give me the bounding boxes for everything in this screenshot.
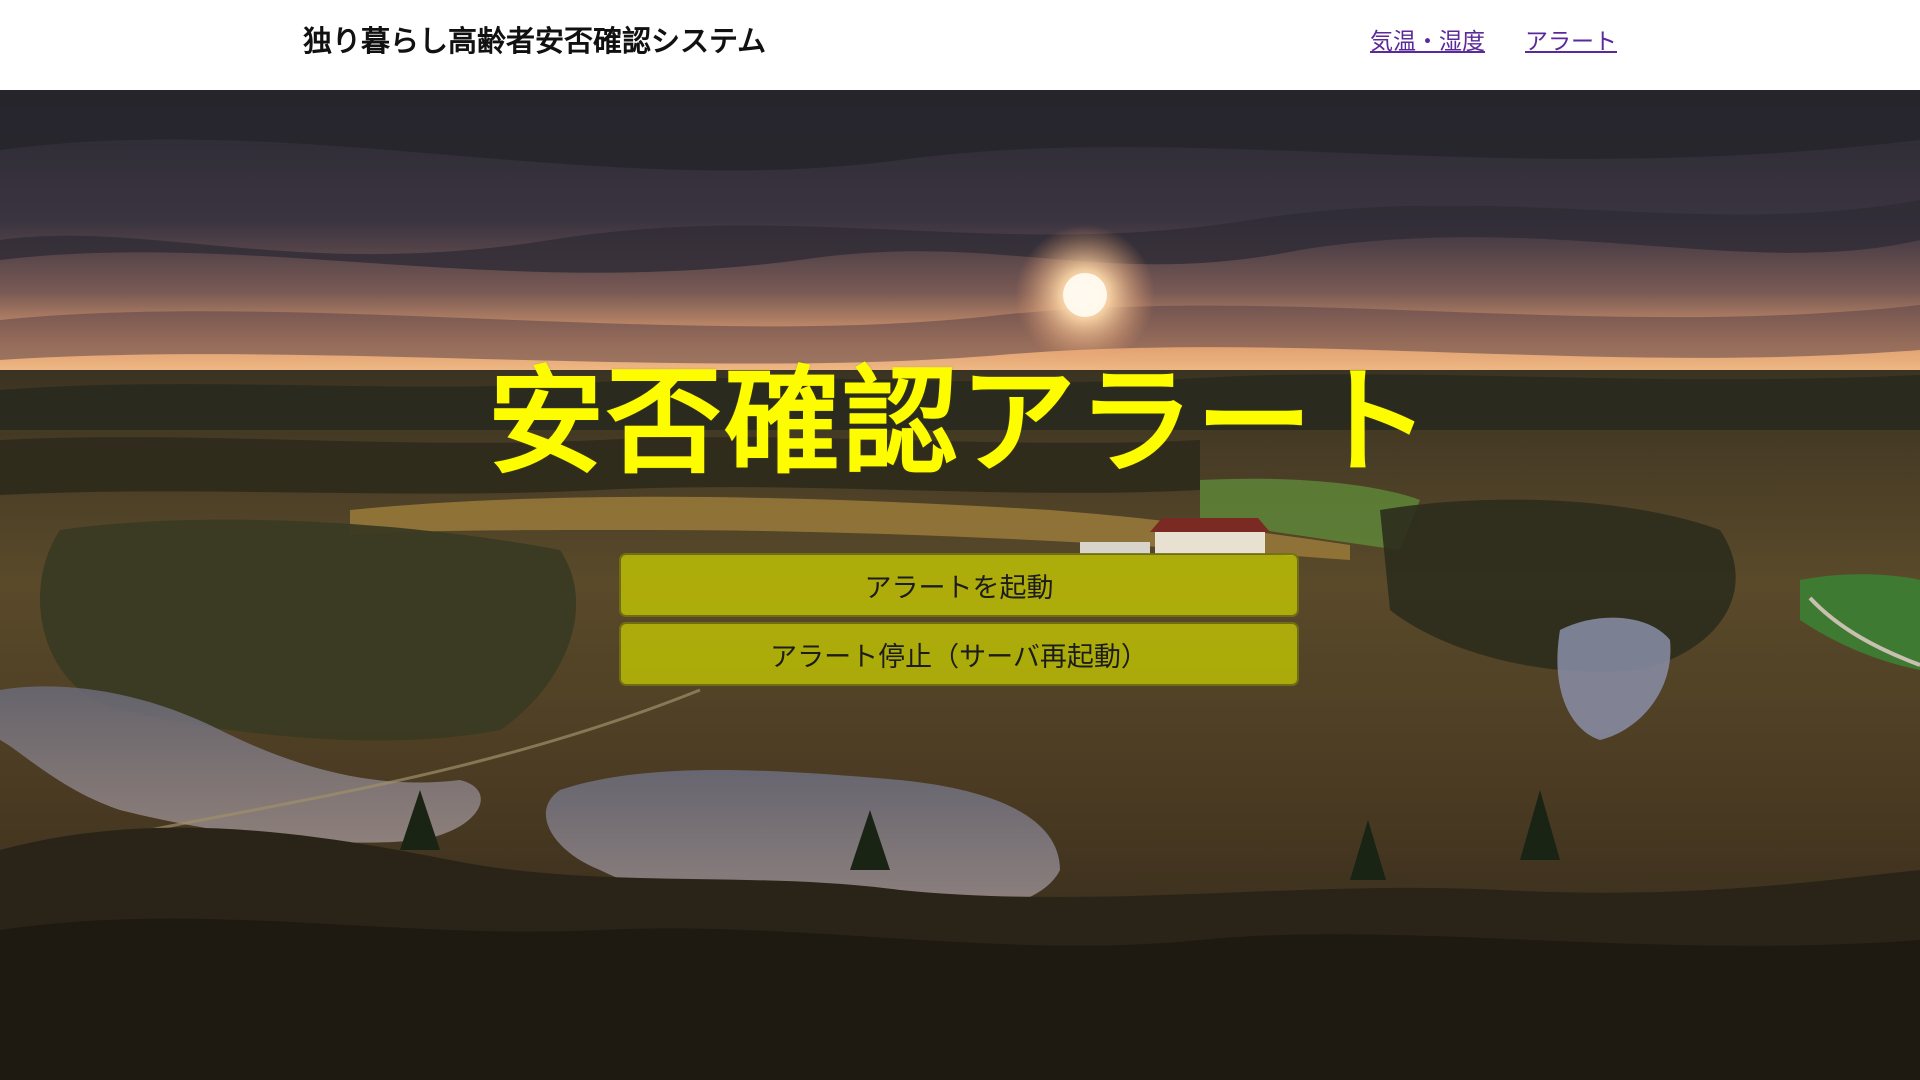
site-title: 独り暮らし高齢者安否確認システム: [303, 24, 767, 58]
nav-link-alert[interactable]: アラート: [1525, 22, 1617, 56]
nav: 気温・湿度 アラート: [1370, 22, 1617, 56]
stop-alert-button[interactable]: アラート停止（サーバ再起動）: [619, 622, 1299, 686]
hero-section: 安否確認アラート アラートを起動 アラート停止（サーバ再起動）: [0, 90, 1920, 1080]
header: 独り暮らし高齢者安否確認システム 気温・湿度 アラート: [0, 0, 1920, 90]
hero-title: 安否確認アラート: [488, 355, 1432, 490]
nav-link-temperature-humidity[interactable]: 気温・湿度: [1370, 22, 1485, 56]
start-alert-button[interactable]: アラートを起動: [619, 553, 1299, 617]
